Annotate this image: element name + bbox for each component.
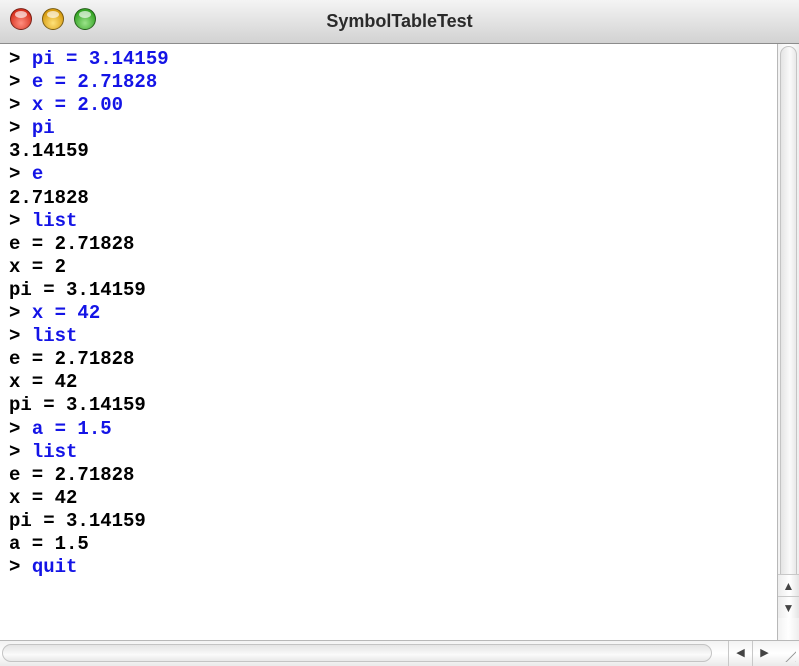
arrow-down-icon[interactable]: ▼	[778, 596, 799, 618]
console-prompt: >	[9, 440, 32, 463]
console-prompt: >	[9, 417, 32, 440]
console-output-line: e = 2.71828	[9, 348, 769, 371]
vertical-scroll-track[interactable]	[780, 46, 797, 594]
console-prompt: >	[9, 302, 32, 325]
console-command: e = 2.71828	[31, 71, 158, 94]
console-command: x = 2.00	[31, 94, 124, 117]
console-output-line: pi = 3.14159	[9, 510, 769, 533]
console-prompt: >	[9, 94, 32, 117]
console-output-line: x = 42	[9, 371, 769, 394]
console-input-line: > list	[9, 210, 769, 233]
console-prompt: >	[9, 163, 32, 186]
console-input-line: > list	[9, 325, 769, 348]
console-input-line: > list	[9, 441, 769, 464]
console-prompt: >	[9, 209, 32, 232]
console-result: e = 2.71828	[9, 463, 135, 486]
console-output-line: 2.71828	[9, 187, 769, 210]
console-command: pi = 3.14159	[31, 48, 169, 70]
console-result: x = 42	[9, 486, 78, 509]
console-result: a = 1.5	[9, 532, 89, 555]
console-output-line: 3.14159	[9, 140, 769, 163]
title-bar[interactable]: SymbolTableTest	[0, 0, 799, 44]
console-result: pi = 3.14159	[9, 509, 146, 532]
console-output-line: x = 2	[9, 256, 769, 279]
console-result: 2.71828	[9, 186, 89, 209]
console-input-line: > x = 2.00	[9, 94, 769, 117]
console-input-line: > pi = 3.14159	[9, 48, 769, 71]
console-prompt: >	[9, 325, 32, 348]
console-output-line: e = 2.71828	[9, 233, 769, 256]
console-command: quit	[31, 556, 78, 579]
console-prompt: >	[9, 556, 32, 579]
console-output-line: a = 1.5	[9, 533, 769, 556]
console-output-line: pi = 3.14159	[9, 394, 769, 417]
app-window: SymbolTableTest > pi = 3.14159 > e = 2.71…	[0, 0, 799, 666]
vertical-scrollbar[interactable]: ▲ ▼	[777, 44, 799, 640]
console-result: e = 2.71828	[9, 232, 135, 255]
console-result: x = 42	[9, 371, 78, 394]
console-command: list	[31, 440, 78, 463]
console-input-line: > pi	[9, 117, 769, 140]
console-output[interactable]: > pi = 3.14159 > e = 2.71828 > x = 2.00 > p…	[9, 48, 769, 638]
console-prompt: >	[9, 48, 32, 70]
console-result: pi = 3.14159	[9, 394, 146, 417]
console-result: x = 2	[9, 255, 67, 278]
console-output-line: pi = 3.14159	[9, 279, 769, 302]
arrow-right-icon[interactable]: ▶	[752, 641, 776, 666]
console-prompt: >	[9, 71, 32, 94]
console-input-line: > e = 2.71828	[9, 71, 769, 94]
console-command: a = 1.5	[31, 417, 112, 440]
horizontal-scrollbar[interactable]: ◀ ▶	[0, 640, 799, 666]
console-result: e = 2.71828	[9, 348, 135, 371]
console-input-line: > quit	[9, 556, 769, 579]
window-title: SymbolTableTest	[326, 11, 473, 31]
arrow-left-icon[interactable]: ◀	[728, 641, 752, 666]
console-output-line: e = 2.71828	[9, 464, 769, 487]
console-prompt: >	[9, 117, 32, 140]
console-command: x = 42	[31, 302, 101, 325]
console-command: pi	[31, 117, 55, 140]
console-input-line: > e	[9, 163, 769, 186]
console-command: list	[31, 325, 78, 348]
console-result: pi = 3.14159	[9, 278, 146, 301]
console-command: list	[31, 209, 78, 232]
arrow-up-icon[interactable]: ▲	[778, 574, 799, 596]
console-input-line: > a = 1.5	[9, 418, 769, 441]
console-output-line: x = 42	[9, 487, 769, 510]
horizontal-scroll-track[interactable]	[2, 644, 712, 662]
console-command: e	[31, 163, 44, 186]
console-result: 3.14159	[9, 140, 89, 163]
console-input-line: > x = 42	[9, 302, 769, 325]
